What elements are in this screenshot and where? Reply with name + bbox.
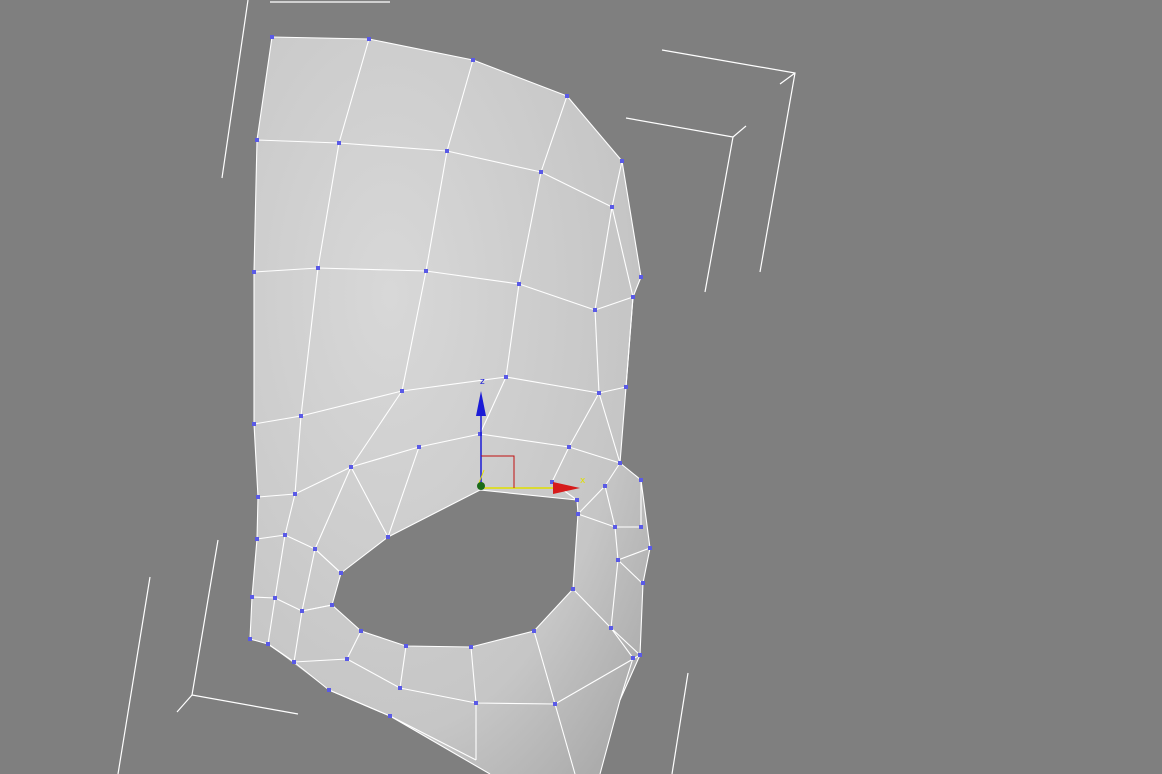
mesh-vertex[interactable] [252,422,256,426]
mesh-vertex[interactable] [400,389,404,393]
mesh-vertex[interactable] [620,159,624,163]
mesh-vertex[interactable] [330,603,334,607]
mesh-vertex[interactable] [609,626,613,630]
mesh-vertex[interactable] [565,94,569,98]
mesh-vertex[interactable] [300,609,304,613]
bbox-corner-top-right-inner [625,117,734,293]
mesh-vertex[interactable] [631,295,635,299]
mesh-vertex[interactable] [388,714,392,718]
mesh-vertex[interactable] [593,308,597,312]
mesh-vertex[interactable] [597,391,601,395]
mesh-vertex[interactable] [273,596,277,600]
mesh-vertex[interactable] [327,688,331,692]
bbox-edge-bottom-right [671,672,689,774]
mesh-vertex[interactable] [424,269,428,273]
mesh-vertex[interactable] [248,637,252,641]
mesh-vertex[interactable] [639,275,643,279]
mesh-vertex[interactable] [618,461,622,465]
mesh-vertex[interactable] [575,498,579,502]
mesh-vertex[interactable] [299,414,303,418]
mesh-vertex[interactable] [532,629,536,633]
mesh-vertex[interactable] [639,478,643,482]
mesh-vertex[interactable] [345,657,349,661]
mesh-vertex[interactable] [539,170,543,174]
3d-viewport[interactable]: z x [0,0,1162,774]
mesh-vertex[interactable] [469,645,473,649]
mesh-vertex[interactable] [255,537,259,541]
mesh-vertex[interactable] [252,270,256,274]
mesh-surface[interactable] [250,37,650,774]
mesh-vertex[interactable] [349,465,353,469]
mesh-vertex[interactable] [386,535,390,539]
mesh-vertex[interactable] [445,149,449,153]
gizmo-x-label: x [580,476,586,486]
bbox-corner-top-left [221,0,249,179]
mesh-vertex[interactable] [638,653,642,657]
mesh-vertex[interactable] [283,533,287,537]
mesh-vertex[interactable] [624,385,628,389]
bbox-diag-top-right [732,125,747,138]
mesh-vertex[interactable] [256,495,260,499]
mesh-vertex[interactable] [339,571,343,575]
mesh-vertex[interactable] [270,35,274,39]
mesh-vertex[interactable] [603,484,607,488]
mesh-vertex[interactable] [641,581,645,585]
bbox-diag-bottom-left [176,694,193,713]
mesh-vertex[interactable] [367,37,371,41]
mesh-vertex[interactable] [293,492,297,496]
mesh-vertex[interactable] [610,205,614,209]
mesh-vertex[interactable] [517,282,521,286]
mesh-vertex[interactable] [567,445,571,449]
mesh-vertex[interactable] [398,686,402,690]
mesh-vertex[interactable] [337,141,341,145]
mesh-vertex[interactable] [313,547,317,551]
gizmo-z-label: z [480,377,485,387]
mesh-vertex[interactable] [404,644,408,648]
viewport-canvas[interactable]: z x [0,0,1162,774]
mesh-vertex[interactable] [553,702,557,706]
gizmo-center[interactable] [477,482,485,490]
mesh-vertex[interactable] [471,58,475,62]
bbox-edge-bottom-left-outer [117,576,151,774]
mesh-vertex[interactable] [616,558,620,562]
mesh-vertex[interactable] [316,266,320,270]
mesh-vertex[interactable] [639,525,643,529]
mesh-vertex[interactable] [576,512,580,516]
mesh-vertex[interactable] [474,701,478,705]
mesh-vertex[interactable] [631,656,635,660]
mesh-vertex[interactable] [648,546,652,550]
mesh-vertex[interactable] [255,138,259,142]
mesh-vertex[interactable] [613,525,617,529]
mesh-vertex[interactable] [504,375,508,379]
mesh-vertex[interactable] [417,445,421,449]
mesh-vertex[interactable] [250,595,254,599]
mesh-vertex[interactable] [571,587,575,591]
mesh-vertex[interactable] [266,642,270,646]
mesh-vertex[interactable] [359,629,363,633]
mesh-vertex[interactable] [292,660,296,664]
